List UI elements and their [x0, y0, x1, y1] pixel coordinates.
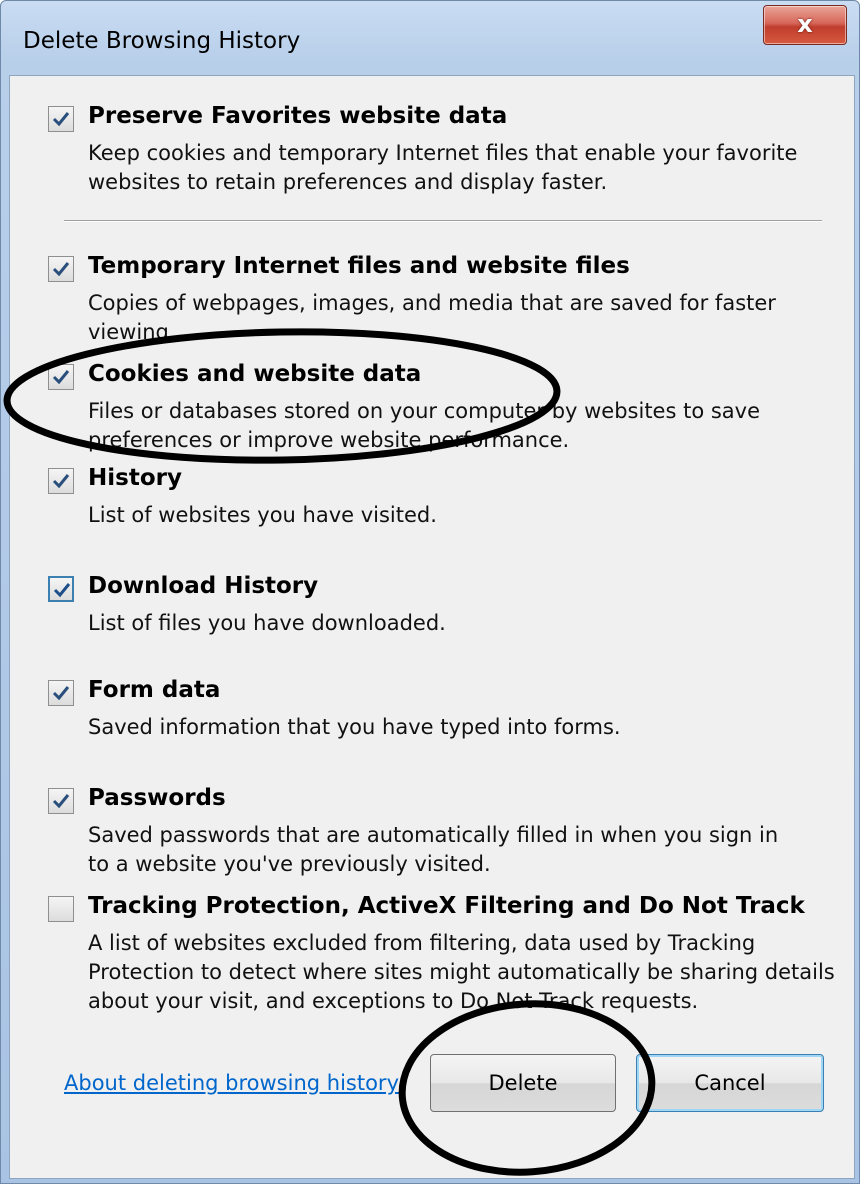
option-description: Keep cookies and temporary Internet file…	[88, 141, 798, 194]
option-label[interactable]: Temporary Internet files and website fil…	[88, 253, 630, 279]
option-label[interactable]: History	[88, 465, 182, 491]
close-button[interactable]: x	[763, 5, 847, 45]
checkbox-temporary-files[interactable]	[48, 256, 74, 282]
check-icon	[52, 112, 70, 127]
checkbox-history[interactable]	[48, 468, 74, 494]
delete-button[interactable]: Delete	[430, 1054, 616, 1112]
option-label[interactable]: Tracking Protection, ActiveX Filtering a…	[88, 893, 805, 919]
check-icon	[52, 370, 70, 385]
option-description: Copies of webpages, images, and media th…	[88, 291, 776, 344]
close-icon: x	[797, 10, 813, 38]
option-label[interactable]: Download History	[88, 573, 318, 599]
section-divider	[64, 220, 822, 222]
option-description: Saved information that you have typed in…	[88, 715, 621, 739]
option-description: Files or databases stored on your comput…	[88, 399, 761, 452]
checkbox-form-data[interactable]	[48, 680, 74, 706]
checkbox-preserve-favorites[interactable]	[48, 106, 74, 132]
option-description: List of websites you have visited.	[88, 503, 437, 527]
checkbox-tracking-protection[interactable]	[48, 896, 74, 922]
option-label[interactable]: Preserve Favorites website data	[88, 103, 507, 129]
check-icon	[53, 583, 71, 598]
check-icon	[52, 474, 70, 489]
option-description: A list of websites excluded from filteri…	[88, 931, 835, 1013]
dialog-title: Delete Browsing History	[23, 28, 301, 54]
check-icon	[52, 686, 70, 701]
checkbox-passwords[interactable]	[48, 788, 74, 814]
option-label[interactable]: Form data	[88, 677, 220, 703]
cancel-button[interactable]: Cancel	[636, 1054, 824, 1112]
option-description: Saved passwords that are automatically f…	[88, 823, 779, 876]
option-label[interactable]: Passwords	[88, 785, 226, 811]
option-label[interactable]: Cookies and website data	[88, 361, 421, 387]
checkbox-cookies[interactable]	[48, 364, 74, 390]
check-icon	[52, 794, 70, 809]
option-description: List of files you have downloaded.	[88, 611, 446, 635]
checkbox-download-history[interactable]	[48, 576, 74, 602]
check-icon	[52, 262, 70, 277]
about-deleting-history-link[interactable]: About deleting browsing history	[64, 1071, 399, 1095]
